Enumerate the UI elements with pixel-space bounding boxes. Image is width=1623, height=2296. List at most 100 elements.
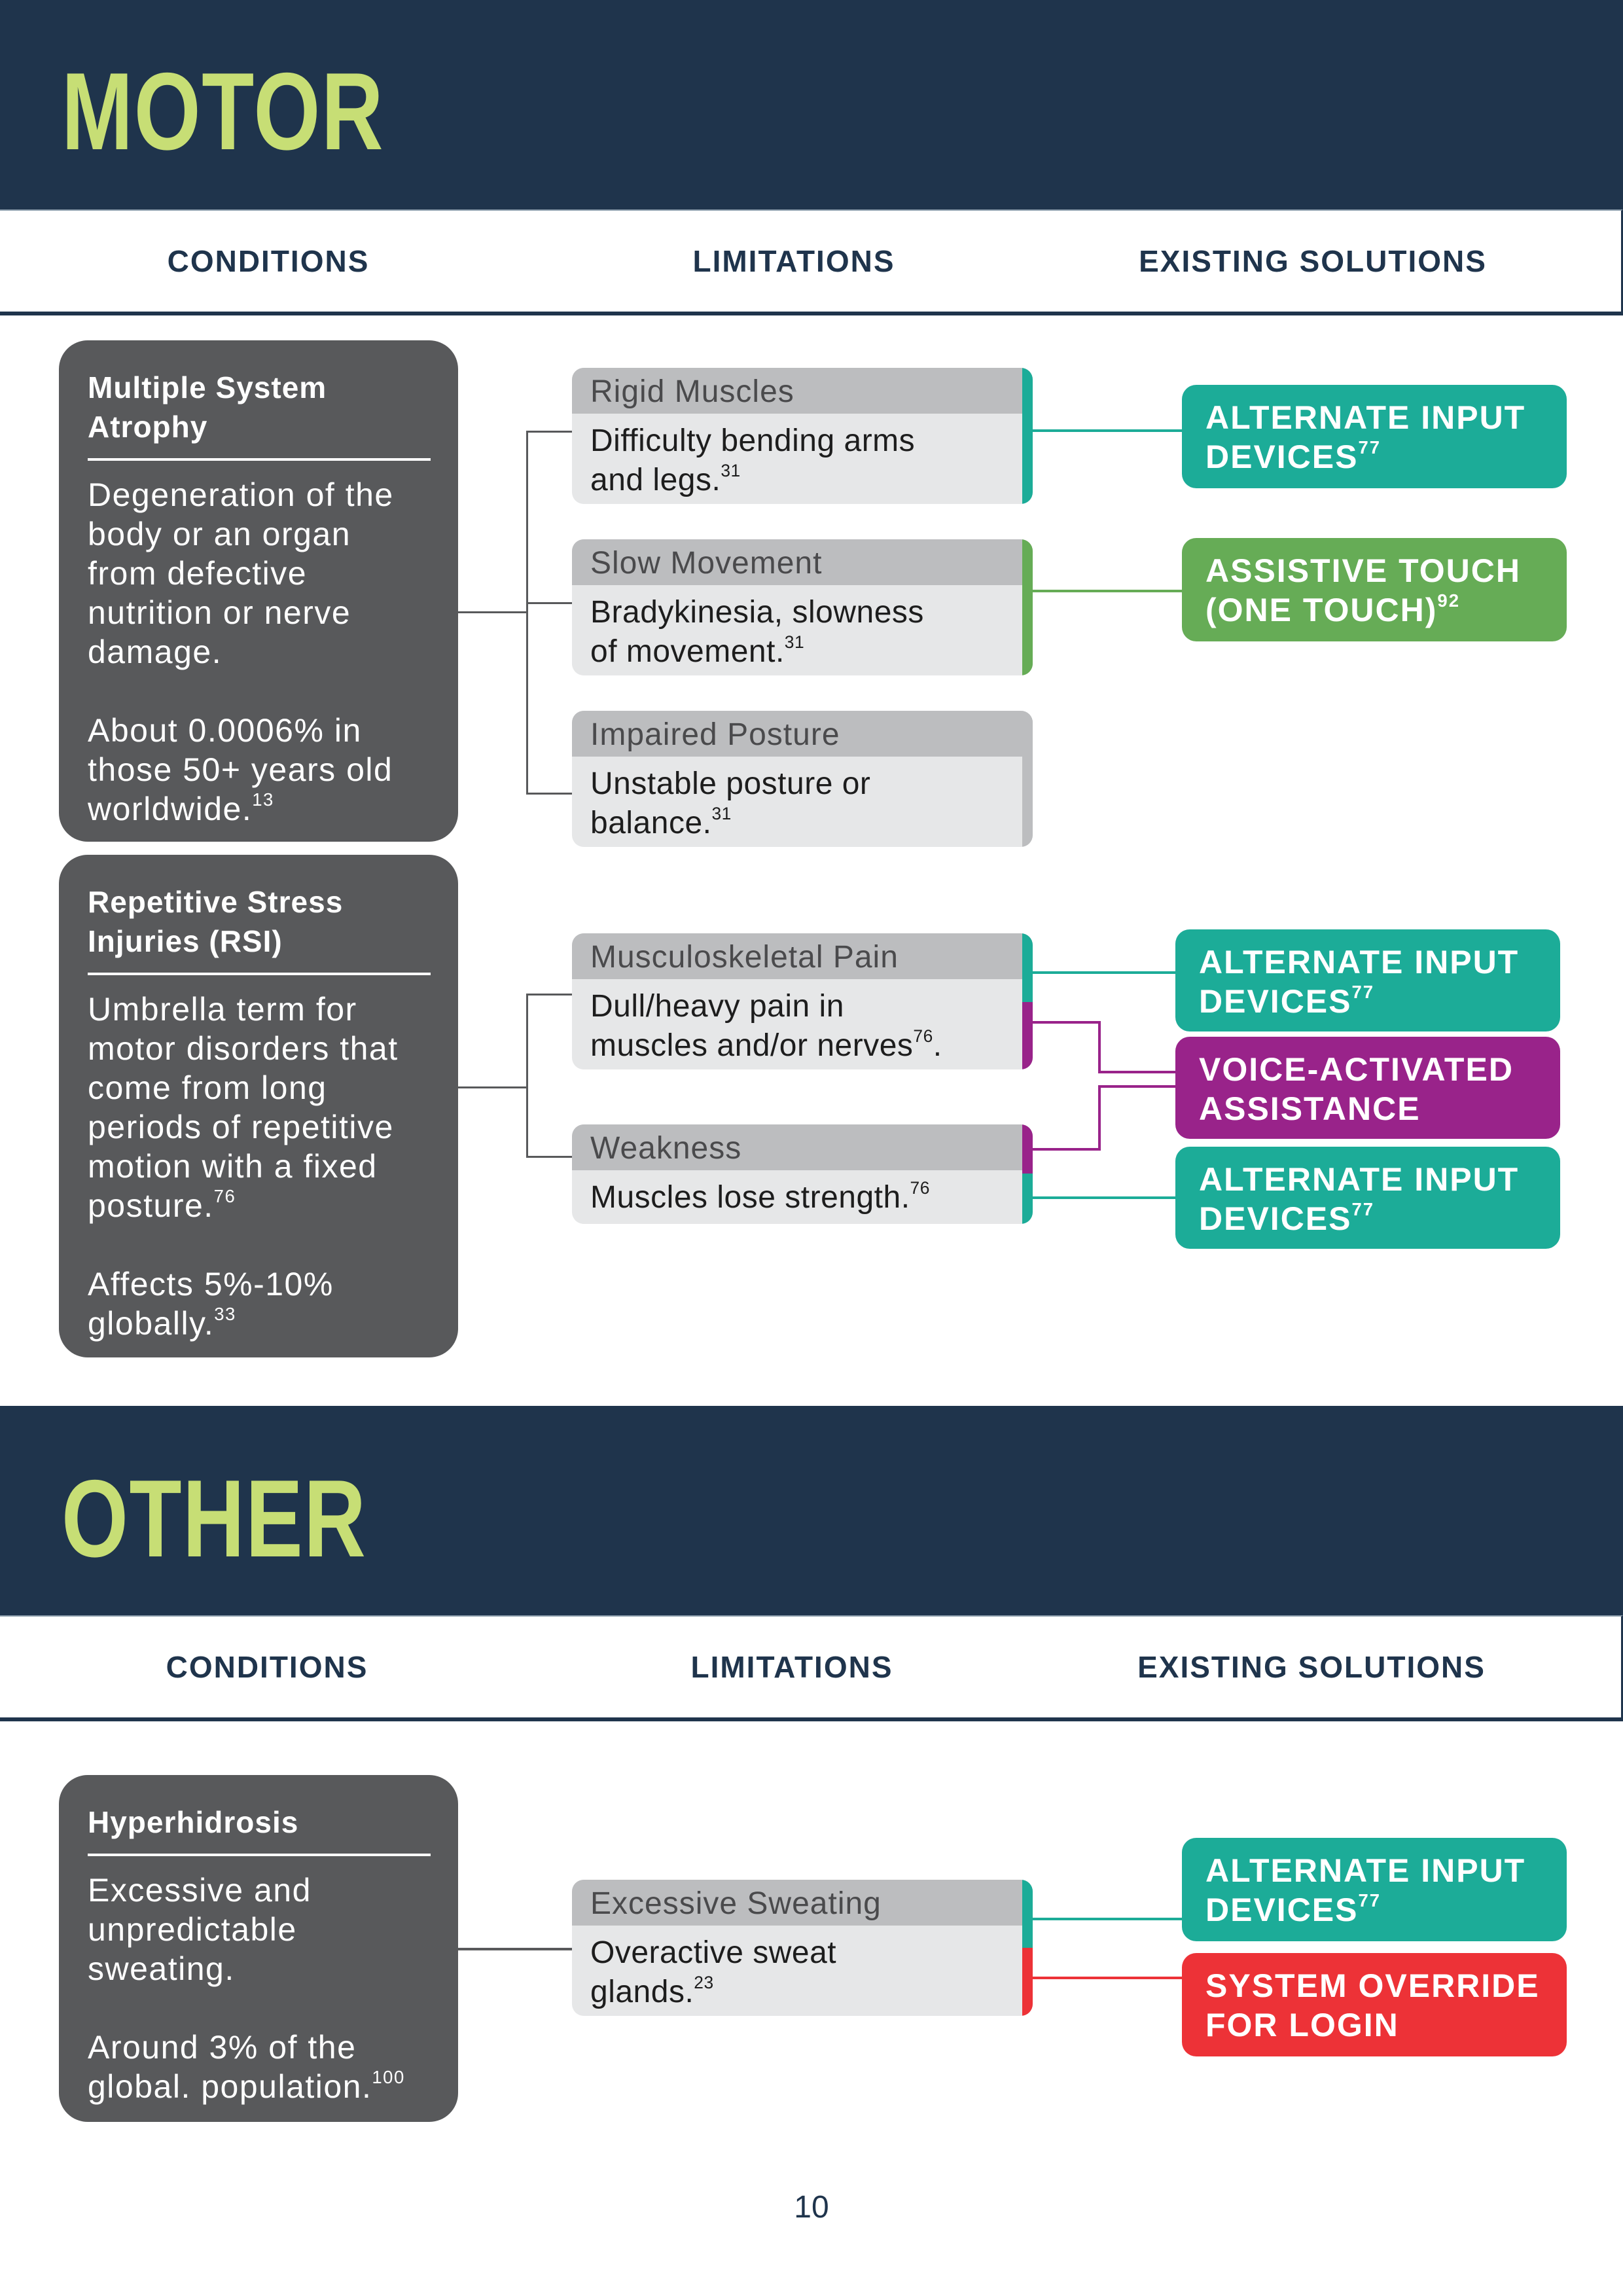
limitation-card-impaired-posture: Impaired Posture Unstable posture or bal… [572, 711, 1033, 847]
limitation-title: Weakness [572, 1124, 1033, 1170]
reference-superscript: 33 [214, 1304, 236, 1324]
reference-superscript: 92 [1437, 590, 1460, 611]
color-edge [1022, 711, 1033, 847]
reference-superscript: 76 [910, 1177, 930, 1198]
reference-superscript: 77 [1358, 437, 1382, 457]
solution-label: SYSTEM OVERRIDE FOR LOGIN [1205, 1967, 1540, 2043]
divider [88, 1854, 431, 1856]
limitation-card-slow-movement: Slow Movement Bradykinesia, slowness of … [572, 539, 1033, 675]
color-edge-teal [1022, 1174, 1033, 1224]
limitation-card-excessive-sweating: Excessive Sweating Overactive sweat glan… [572, 1880, 1033, 2016]
condition-prevalence: Affects 5%-10% globally.33 [88, 1266, 334, 1342]
solution-label: ALTERNATE INPUT DEVICES77 [1205, 399, 1526, 475]
solution-alternate-input-devices: ALTERNATE INPUT DEVICES77 [1182, 385, 1567, 488]
connector-line [526, 994, 528, 1157]
other-banner: OTHER [0, 1406, 1623, 1615]
limitation-description: Overactive sweat glands.23 [590, 1935, 837, 2009]
reference-superscript: 77 [1351, 982, 1375, 1002]
reference-superscript: 23 [694, 1972, 714, 1992]
limitation-description: Dull/heavy pain in muscles and/or nerves… [590, 989, 942, 1063]
color-edge-teal [1022, 933, 1033, 1002]
limitation-description: Difficulty bending arms and legs.31 [590, 423, 916, 497]
reference-superscript: 77 [1351, 1199, 1375, 1219]
color-edge [1022, 368, 1033, 504]
condition-title: Hyperhidrosis [88, 1805, 299, 1839]
connector-line [1033, 1977, 1183, 1979]
column-header-limitations: LIMITATIONS [692, 244, 895, 278]
limitation-description: Muscles lose strength.76 [590, 1177, 930, 1215]
condition-card-hyperhidrosis: Hyperhidrosis Excessive and unpredictabl… [59, 1775, 458, 2122]
limitation-card-rigid-muscles: Rigid Muscles Difficulty bending arms an… [572, 368, 1033, 504]
connector-line [1033, 971, 1177, 974]
limitation-description: Bradykinesia, slowness of movement.31 [590, 595, 924, 669]
connector-line [1033, 1918, 1183, 1920]
condition-card-msa: Multiple System Atrophy Degeneration of … [59, 340, 458, 842]
reference-superscript: 31 [711, 803, 732, 823]
connector-line [526, 1156, 572, 1158]
limitation-card-weakness: Weakness Muscles lose strength.76 [572, 1124, 1033, 1224]
connector-line [1033, 590, 1183, 592]
solution-assistive-touch: ASSISTIVE TOUCH (ONE TOUCH)92 [1182, 538, 1567, 641]
reference-superscript: 31 [721, 460, 741, 480]
connector-line [458, 611, 526, 613]
solution-alternate-input-devices: ALTERNATE INPUT DEVICES77 [1175, 1147, 1560, 1249]
divider [88, 973, 431, 975]
connector-line [526, 431, 572, 433]
condition-title: Multiple System Atrophy [88, 370, 327, 444]
color-edge-teal [1022, 1880, 1033, 1948]
column-header-conditions: CONDITIONS [166, 1650, 368, 1684]
connector-line [1098, 1085, 1177, 1088]
reference-superscript: 76 [913, 1026, 933, 1046]
connector-line [526, 994, 572, 996]
section-title-other: OTHER [62, 1457, 367, 1580]
solution-label: ALTERNATE INPUT DEVICES77 [1205, 1852, 1526, 1928]
connector-line [526, 602, 572, 604]
connector-line [1033, 1196, 1177, 1199]
column-header-conditions: CONDITIONS [167, 244, 370, 278]
condition-title: Repetitive Stress Injuries (RSI) [88, 885, 344, 958]
section-title-motor: MOTOR [62, 50, 385, 173]
column-header-limitations: LIMITATIONS [690, 1650, 893, 1684]
limitation-title: Slow Movement [572, 539, 1033, 585]
reference-superscript: 100 [372, 2067, 405, 2087]
condition-description: Excessive and unpredictable sweating. Ar… [88, 1872, 405, 2105]
limitation-title: Excessive Sweating [572, 1880, 1033, 1926]
solution-system-override-for-login: SYSTEM OVERRIDE FOR LOGIN [1182, 1953, 1567, 2056]
reference-superscript: 31 [784, 632, 805, 652]
solution-alternate-input-devices: ALTERNATE INPUT DEVICES77 [1182, 1838, 1567, 1941]
motor-column-headers: CONDITIONS LIMITATIONS EXISTING SOLUTION… [0, 209, 1623, 315]
column-header-solutions: EXISTING SOLUTIONS [1137, 1650, 1486, 1684]
connector-line [458, 1948, 572, 1950]
connector-line [526, 793, 572, 795]
reference-superscript: 77 [1358, 1890, 1382, 1910]
color-edge-red [1022, 1948, 1033, 2016]
color-edge-purple [1022, 1002, 1033, 1069]
solution-label: ALTERNATE INPUT DEVICES77 [1199, 1161, 1520, 1237]
connector-line [458, 1086, 526, 1088]
reference-superscript: 76 [213, 1186, 236, 1206]
solution-alternate-input-devices: ALTERNATE INPUT DEVICES77 [1175, 929, 1560, 1031]
connector-line [1033, 1148, 1101, 1151]
page-number: 10 [794, 2190, 829, 2225]
condition-description: Degeneration of the body or an organ fro… [88, 476, 394, 827]
solution-voice-activated-assistance: VOICE-ACTIVATED ASSISTANCE [1175, 1037, 1560, 1139]
color-edge [1022, 539, 1033, 675]
limitation-title: Impaired Posture [572, 711, 1033, 757]
solution-label: ALTERNATE INPUT DEVICES77 [1199, 944, 1520, 1020]
motor-banner: MOTOR [0, 0, 1623, 209]
condition-description: Umbrella term for motor disorders that c… [88, 991, 399, 1224]
color-edge-purple [1022, 1124, 1033, 1174]
condition-card-rsi: Repetitive Stress Injuries (RSI) Umbrell… [59, 855, 458, 1357]
limitation-card-musculoskeletal-pain: Musculoskeletal Pain Dull/heavy pain in … [572, 933, 1033, 1069]
connector-line [1033, 1021, 1101, 1024]
connector-line [1098, 1085, 1101, 1151]
other-column-headers: CONDITIONS LIMITATIONS EXISTING SOLUTION… [0, 1615, 1623, 1721]
reference-superscript: 13 [252, 789, 274, 810]
connector-line [1098, 1021, 1101, 1073]
connector-line [526, 431, 528, 795]
connector-line [1098, 1071, 1177, 1073]
solution-label: VOICE-ACTIVATED ASSISTANCE [1199, 1051, 1514, 1127]
connector-line [1033, 429, 1183, 432]
limitation-description: Unstable posture or balance.31 [590, 766, 871, 840]
column-header-solutions: EXISTING SOLUTIONS [1139, 244, 1487, 278]
